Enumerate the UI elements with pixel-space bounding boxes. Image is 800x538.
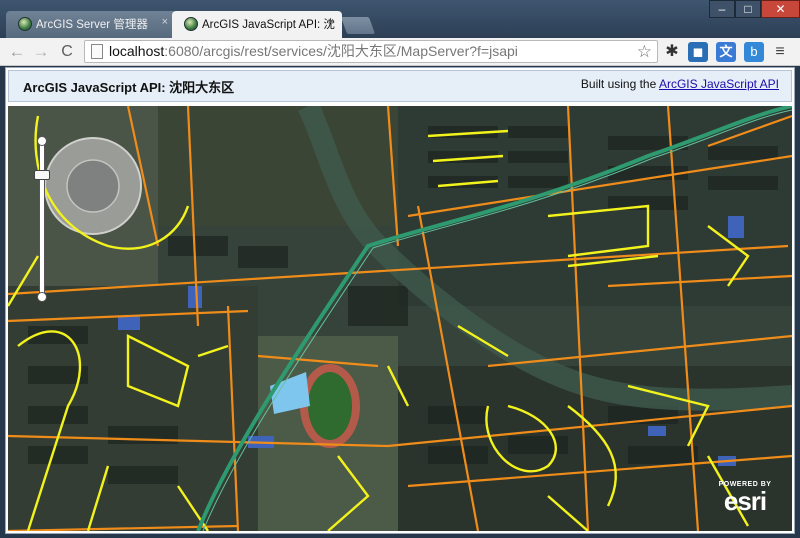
map-view[interactable]: POWERED BY esri [8, 106, 792, 531]
new-tab-button[interactable] [340, 17, 376, 34]
address-host: localhost [109, 43, 165, 59]
arcgis-api-link[interactable]: ArcGIS JavaScript API [659, 77, 779, 91]
globe-favicon-icon [18, 17, 32, 31]
web-page: ArcGIS JavaScript API: 沈阳大东区 Built using… [5, 67, 795, 534]
address-bar[interactable]: localhost:6080/arcgis/rest/services/沈阳大东… [84, 40, 658, 63]
forward-arrow-icon[interactable]: → [30, 41, 52, 63]
bookmark-star-icon[interactable]: ☆ [637, 41, 652, 62]
browser-toolbar: ← → C localhost:6080/arcgis/rest/service… [0, 38, 800, 66]
page-title: ArcGIS JavaScript API: 沈阳大东区 [23, 80, 235, 95]
baidu-extension-icon[interactable]: b [744, 42, 764, 62]
page-header: ArcGIS JavaScript API: 沈阳大东区 Built using… [8, 70, 792, 102]
minimize-button[interactable]: – [709, 0, 735, 18]
zoom-slider-track[interactable] [39, 142, 45, 296]
address-path: :6080/arcgis/rest/services/沈阳大东区/MapServ… [164, 43, 518, 59]
built-using-text: Built using the ArcGIS JavaScript API [581, 77, 779, 91]
tab-title: ArcGIS JavaScript API: 沈 [202, 19, 335, 31]
esri-logo[interactable]: POWERED BY esri [712, 481, 778, 521]
settings-gear-icon[interactable]: ✱ [662, 42, 682, 62]
tab-title: ArcGIS Server 管理器 [36, 19, 148, 31]
esri-brand-text: esri [723, 486, 767, 516]
globe-favicon-icon [184, 17, 198, 31]
close-window-button[interactable]: ✕ [761, 0, 800, 18]
page-icon [91, 44, 103, 59]
zoom-in-button[interactable] [37, 136, 47, 146]
built-using-prefix: Built using the [580, 77, 659, 91]
back-arrow-icon[interactable]: ← [6, 41, 28, 63]
browser-menu-icon[interactable]: ≡ [770, 42, 790, 62]
zoom-slider[interactable] [34, 134, 50, 304]
reload-icon[interactable]: C [56, 41, 78, 63]
zoom-out-button[interactable] [37, 292, 47, 302]
tab-arcgis-javascript-api[interactable]: ArcGIS JavaScript API: 沈 × [172, 11, 342, 38]
translate-extension-icon[interactable]: 文 [716, 42, 736, 62]
zoom-slider-handle[interactable] [34, 170, 50, 180]
satellite-imagery-with-roads [8, 106, 792, 531]
browser-window: ArcGIS Server 管理器 × ArcGIS JavaScript AP… [0, 0, 800, 538]
toolbox-extension-icon[interactable]: ◼ [688, 42, 708, 62]
tab-strip: ArcGIS Server 管理器 × ArcGIS JavaScript AP… [0, 0, 800, 38]
tab-close-icon[interactable]: × [328, 16, 334, 28]
maximize-button[interactable]: □ [735, 0, 761, 18]
tab-close-icon[interactable]: × [162, 16, 168, 28]
tab-arcgis-server-manager[interactable]: ArcGIS Server 管理器 × [6, 11, 176, 38]
